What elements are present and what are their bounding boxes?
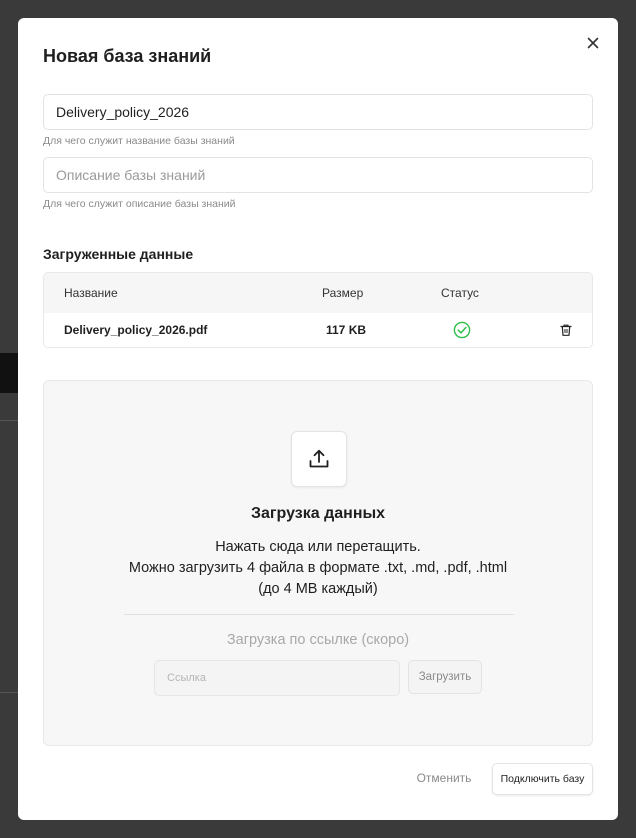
new-knowledge-base-modal: Новая база знаний Для чего служит назван…	[18, 18, 618, 820]
dropzone-instructions: Нажать сюда или перетащить. Можно загруз…	[44, 537, 592, 600]
table-row: Delivery_policy_2026.pdf 117 KB	[44, 313, 592, 347]
upload-icon-box	[291, 431, 347, 487]
link-upload-button[interactable]: Загрузить	[408, 660, 482, 694]
cancel-button[interactable]: Отменить	[410, 766, 478, 790]
background-bar	[0, 353, 18, 393]
close-icon	[587, 37, 599, 49]
description-hint: Для чего служит описание базы знаний	[43, 198, 236, 210]
modal-title: Новая база знаний	[43, 46, 212, 66]
background-divider	[0, 692, 18, 693]
dropzone-line: Нажать сюда или перетащить.	[215, 539, 421, 555]
uploaded-data-title: Загруженные данные	[43, 246, 194, 262]
connect-knowledge-base-button[interactable]: Подключить базу	[492, 763, 593, 795]
column-name: Название	[64, 286, 118, 300]
trash-icon[interactable]	[559, 323, 573, 337]
link-upload-title: Загрузка по ссылке (скоро)	[226, 632, 410, 648]
background-divider	[0, 420, 18, 421]
dropzone-title: Загрузка данных	[250, 505, 386, 522]
name-hint: Для чего служит название базы знаний	[43, 135, 235, 147]
file-dropzone[interactable]: Загрузка данных Нажать сюда или перетащи…	[43, 380, 593, 746]
uploaded-files-table: Название Размер Статус Delivery_policy_2…	[43, 272, 593, 348]
knowledge-base-description-input[interactable]	[43, 157, 593, 193]
dropzone-line: (до 4 MB каждый)	[258, 581, 378, 597]
dropzone-line: Можно загрузить 4 файла в формате .txt, …	[128, 560, 508, 576]
dropzone-divider	[124, 614, 514, 615]
check-circle-icon	[453, 321, 471, 339]
close-button[interactable]	[584, 34, 602, 52]
column-size: Размер	[322, 286, 364, 300]
file-size: 117 KB	[326, 323, 367, 337]
link-input[interactable]	[154, 660, 400, 696]
file-name: Delivery_policy_2026.pdf	[64, 323, 208, 337]
column-status: Статус	[441, 286, 479, 300]
upload-icon	[309, 449, 329, 468]
knowledge-base-name-input[interactable]	[43, 94, 593, 130]
table-header: Название Размер Статус	[44, 273, 592, 313]
